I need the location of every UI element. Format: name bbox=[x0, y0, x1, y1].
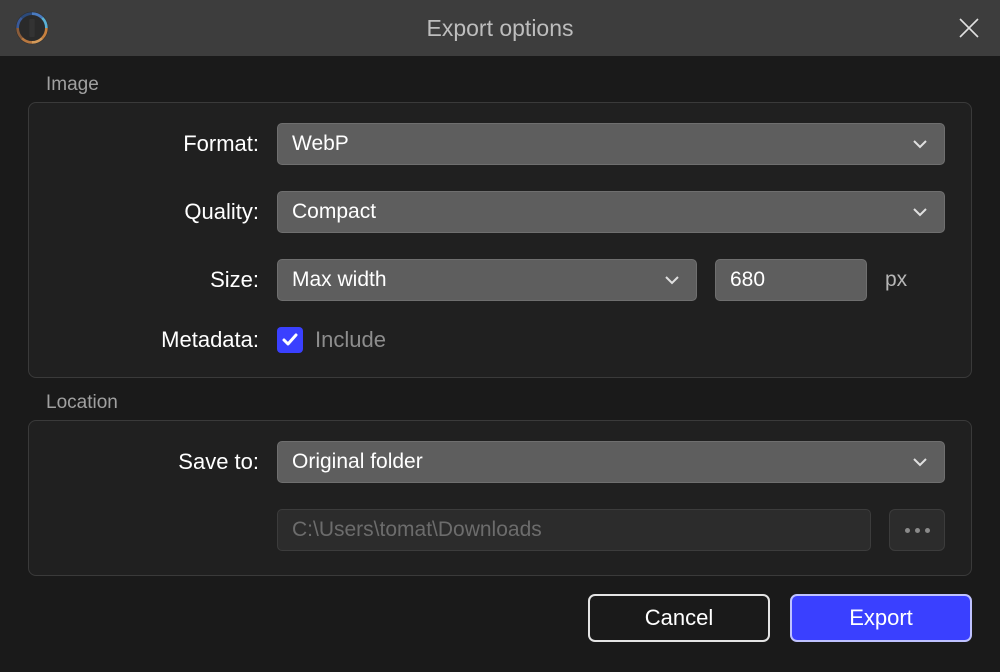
cancel-button[interactable]: Cancel bbox=[588, 594, 770, 642]
ellipsis-icon bbox=[905, 528, 930, 533]
path-row: C:\Users\tomat\Downloads bbox=[55, 509, 945, 551]
window-title: Export options bbox=[426, 15, 573, 42]
dialog-footer: Cancel Export bbox=[0, 576, 1000, 642]
check-icon bbox=[281, 331, 299, 349]
path-input[interactable]: C:\Users\tomat\Downloads bbox=[277, 509, 871, 551]
location-group-label: Location bbox=[46, 392, 972, 414]
quality-select[interactable]: Compact bbox=[277, 191, 945, 233]
size-unit: px bbox=[885, 268, 907, 292]
format-label: Format: bbox=[55, 131, 277, 157]
titlebar: Export options bbox=[0, 0, 1000, 56]
size-value: 680 bbox=[730, 268, 765, 292]
image-group-label: Image bbox=[46, 74, 972, 96]
metadata-label: Metadata: bbox=[55, 327, 277, 353]
browse-button[interactable] bbox=[889, 509, 945, 551]
format-select[interactable]: WebP bbox=[277, 123, 945, 165]
metadata-checkbox[interactable] bbox=[277, 327, 303, 353]
metadata-row: Metadata: Include bbox=[55, 327, 945, 353]
saveto-label: Save to: bbox=[55, 449, 277, 475]
export-button[interactable]: Export bbox=[790, 594, 972, 642]
quality-value: Compact bbox=[292, 200, 376, 224]
image-group: Format: WebP Quality: Compact Size: bbox=[28, 102, 972, 378]
saveto-value: Original folder bbox=[292, 450, 423, 474]
format-value: WebP bbox=[292, 132, 349, 156]
chevron-down-icon bbox=[662, 270, 682, 290]
chevron-down-icon bbox=[910, 202, 930, 222]
close-button[interactable] bbox=[948, 7, 990, 49]
saveto-row: Save to: Original folder bbox=[55, 441, 945, 483]
metadata-include-label: Include bbox=[315, 327, 386, 353]
size-label: Size: bbox=[55, 267, 277, 293]
saveto-select[interactable]: Original folder bbox=[277, 441, 945, 483]
quality-row: Quality: Compact bbox=[55, 191, 945, 233]
size-row: Size: Max width 680 px bbox=[55, 259, 945, 301]
format-row: Format: WebP bbox=[55, 123, 945, 165]
chevron-down-icon bbox=[910, 452, 930, 472]
quality-label: Quality: bbox=[55, 199, 277, 225]
size-mode-value: Max width bbox=[292, 268, 387, 292]
size-value-input[interactable]: 680 bbox=[715, 259, 867, 301]
location-group: Save to: Original folder C:\Users\tomat\… bbox=[28, 420, 972, 576]
chevron-down-icon bbox=[910, 134, 930, 154]
close-icon bbox=[958, 17, 980, 39]
dialog-content: Image Format: WebP Quality: Compact Size… bbox=[0, 56, 1000, 576]
path-value: C:\Users\tomat\Downloads bbox=[292, 518, 542, 542]
size-mode-select[interactable]: Max width bbox=[277, 259, 697, 301]
app-icon bbox=[14, 10, 50, 46]
